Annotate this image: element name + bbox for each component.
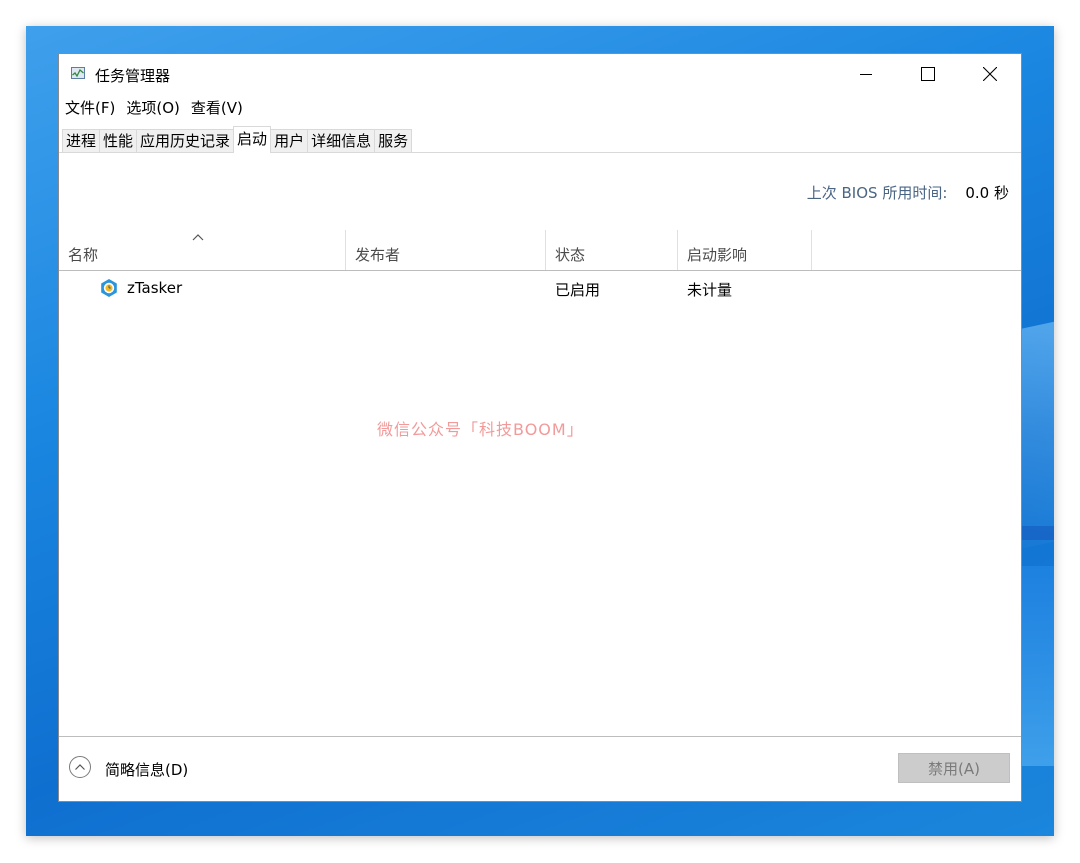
column-header-impact-label: 启动影响 [687, 246, 748, 264]
window-title: 任务管理器 [95, 67, 171, 85]
column-header-status-label: 状态 [555, 246, 586, 264]
table-row[interactable]: zTasker 已启用 未计量 [59, 274, 1021, 304]
task-manager-window: 任务管理器 文件(F) 选项(O) 查看(V) 进程 性能 应用历史记录 启动 … [58, 53, 1022, 802]
menu-options[interactable]: 选项(O) [126, 97, 180, 118]
chevron-up-icon [75, 764, 85, 770]
tab-services[interactable]: 服务 [374, 129, 413, 152]
column-header-status[interactable]: 状态 [546, 230, 678, 270]
maximize-button[interactable] [897, 54, 959, 94]
column-header-impact[interactable]: 启动影响 [678, 230, 812, 270]
sort-ascending-icon [192, 234, 204, 241]
ztasker-icon [101, 279, 117, 297]
table-header: 名称 发布者 状态 启动影响 [59, 230, 1021, 271]
minimize-icon [860, 74, 872, 75]
tab-performance[interactable]: 性能 [99, 129, 138, 152]
minimize-button[interactable] [835, 54, 897, 94]
menu-view[interactable]: 查看(V) [191, 97, 243, 118]
bios-time-value: 0.0 秒 [965, 184, 1009, 202]
row-name: zTasker [127, 279, 183, 297]
bios-time-row: 上次 BIOS 所用时间: 0.0 秒 [807, 182, 1009, 203]
tab-users[interactable]: 用户 [270, 129, 309, 152]
task-manager-icon [71, 67, 85, 79]
footer-bar: 简略信息(D) 禁用(A) [59, 736, 1021, 801]
column-header-publisher-label: 发布者 [355, 246, 401, 264]
bios-time-label: 上次 BIOS 所用时间: [806, 184, 948, 202]
tab-strip: 进程 性能 应用历史记录 启动 用户 详细信息 服务 [59, 126, 1021, 153]
menu-file[interactable]: 文件(F) [65, 97, 115, 118]
title-bar[interactable]: 任务管理器 [59, 54, 1021, 94]
tab-details[interactable]: 详细信息 [307, 129, 376, 152]
tab-app-history[interactable]: 应用历史记录 [136, 129, 235, 152]
fewer-details-toggle[interactable] [69, 756, 91, 778]
row-status: 已启用 [555, 281, 601, 299]
menu-bar: 文件(F) 选项(O) 查看(V) [59, 94, 1021, 120]
fewer-details-link[interactable]: 简略信息(D) [105, 759, 188, 780]
tab-processes[interactable]: 进程 [62, 129, 101, 152]
column-header-name[interactable]: 名称 [59, 230, 346, 270]
tab-startup[interactable]: 启动 [233, 126, 272, 153]
column-header-name-label: 名称 [68, 246, 99, 264]
close-button[interactable] [959, 54, 1021, 94]
disable-button[interactable]: 禁用(A) [898, 753, 1010, 783]
row-impact: 未计量 [687, 281, 733, 299]
watermark-text: 微信公众号「科技BOOM」 [377, 420, 584, 439]
column-header-publisher[interactable]: 发布者 [346, 230, 546, 270]
close-icon [983, 67, 997, 81]
maximize-icon [921, 67, 935, 81]
